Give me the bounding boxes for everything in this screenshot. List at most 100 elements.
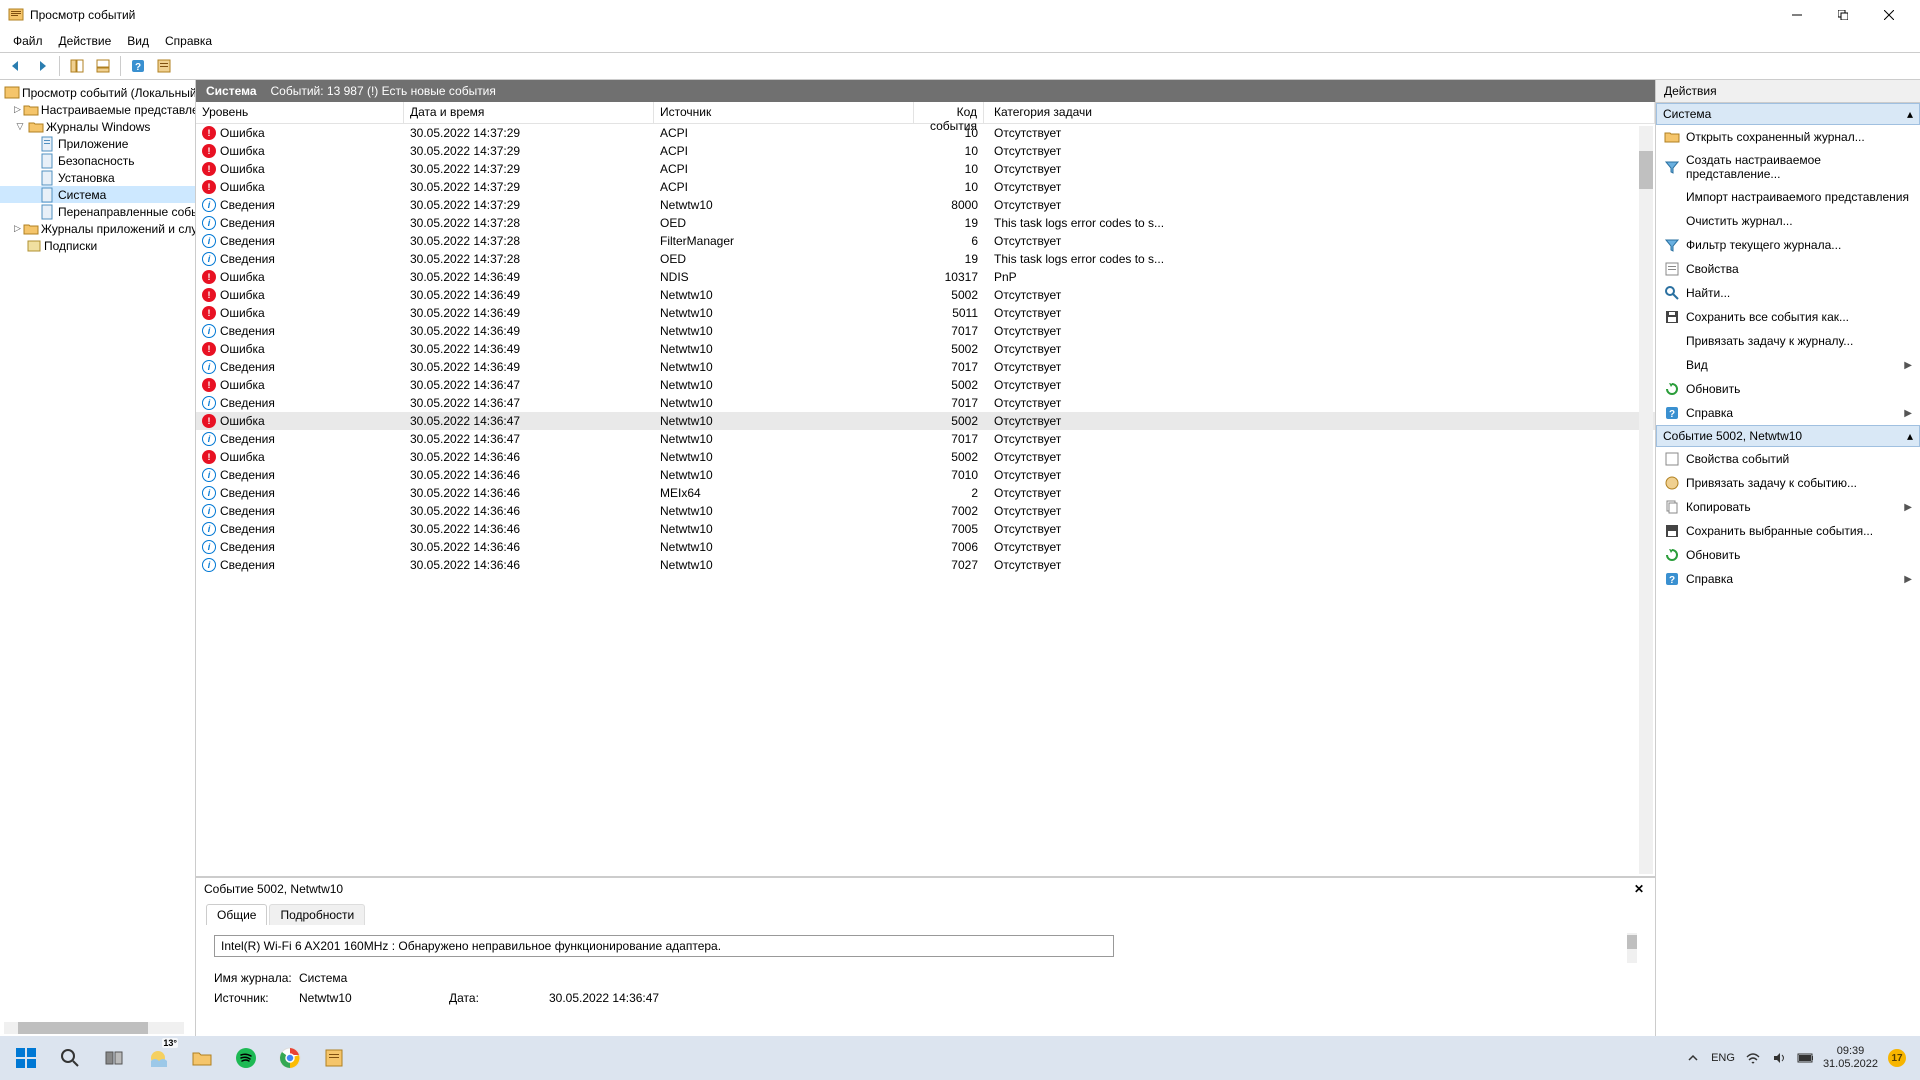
action-find[interactable]: Найти... (1656, 281, 1920, 305)
tree-security[interactable]: Безопасность (0, 152, 195, 169)
tree-forwarded[interactable]: Перенаправленные события (0, 203, 195, 220)
action-copy[interactable]: Копировать▶ (1656, 495, 1920, 519)
expander-icon[interactable]: ▷ (14, 223, 21, 235)
event-row[interactable]: iСведения30.05.2022 14:36:46Netwtw107027… (196, 556, 1655, 574)
tree-system[interactable]: Система (0, 186, 195, 203)
event-row[interactable]: iСведения30.05.2022 14:36:49Netwtw107017… (196, 322, 1655, 340)
maximize-button[interactable] (1820, 0, 1866, 30)
action-save-selected[interactable]: Сохранить выбранные события... (1656, 519, 1920, 543)
event-row[interactable]: iСведения30.05.2022 14:37:28OED19This ta… (196, 214, 1655, 232)
actions-section-event[interactable]: Событие 5002, Netwtw10 ▴ (1656, 425, 1920, 447)
column-eventid[interactable]: Код события (914, 102, 984, 123)
start-button[interactable] (6, 1038, 46, 1078)
actions-section-system[interactable]: Система ▴ (1656, 103, 1920, 125)
action-save-all[interactable]: Сохранить все события как... (1656, 305, 1920, 329)
event-row[interactable]: !Ошибка30.05.2022 14:37:29ACPI10Отсутств… (196, 160, 1655, 178)
tree-subscriptions[interactable]: Подписки (0, 237, 195, 254)
event-row[interactable]: iСведения30.05.2022 14:36:46Netwtw107002… (196, 502, 1655, 520)
events-scrollbar[interactable] (1639, 126, 1653, 874)
volume-icon[interactable] (1771, 1050, 1787, 1066)
event-level: Ошибка (220, 144, 265, 158)
task-view-button[interactable] (94, 1038, 134, 1078)
wifi-icon[interactable] (1745, 1050, 1761, 1066)
detail-close-button[interactable]: ✕ (1631, 881, 1647, 897)
tree-setup[interactable]: Установка (0, 169, 195, 186)
event-row[interactable]: iСведения30.05.2022 14:37:28OED19This ta… (196, 250, 1655, 268)
menu-action[interactable]: Действие (51, 32, 120, 50)
event-row[interactable]: !Ошибка30.05.2022 14:37:29ACPI10Отсутств… (196, 124, 1655, 142)
event-row[interactable]: !Ошибка30.05.2022 14:36:46Netwtw105002От… (196, 448, 1655, 466)
column-category[interactable]: Категория задачи (984, 102, 1655, 123)
tab-general[interactable]: Общие (206, 904, 267, 925)
tree-horizontal-scrollbar[interactable] (4, 1022, 184, 1034)
event-source: Netwtw10 (654, 197, 914, 213)
action-view[interactable]: Вид▶ (1656, 353, 1920, 377)
eventviewer-taskbar-button[interactable] (314, 1038, 354, 1078)
action-event-properties[interactable]: Свойства событий (1656, 447, 1920, 471)
event-row[interactable]: !Ошибка30.05.2022 14:36:49NDIS10317PnP (196, 268, 1655, 286)
chrome-button[interactable] (270, 1038, 310, 1078)
event-row[interactable]: iСведения30.05.2022 14:36:47Netwtw107017… (196, 394, 1655, 412)
event-row[interactable]: iСведения30.05.2022 14:36:46Netwtw107005… (196, 520, 1655, 538)
event-row[interactable]: iСведения30.05.2022 14:36:46MEIx642Отсут… (196, 484, 1655, 502)
event-row[interactable]: !Ошибка30.05.2022 14:37:29ACPI10Отсутств… (196, 142, 1655, 160)
action-clear-log[interactable]: Очистить журнал... (1656, 209, 1920, 233)
event-row[interactable]: iСведения30.05.2022 14:37:29Netwtw108000… (196, 196, 1655, 214)
language-indicator[interactable]: ENG (1711, 1052, 1735, 1064)
column-source[interactable]: Источник (654, 102, 914, 123)
menu-help[interactable]: Справка (157, 32, 220, 50)
event-row[interactable]: iСведения30.05.2022 14:37:28FilterManage… (196, 232, 1655, 250)
action-properties[interactable]: Свойства (1656, 257, 1920, 281)
battery-icon[interactable] (1797, 1050, 1813, 1066)
action-create-view[interactable]: Создать настраиваемое представление... (1656, 149, 1920, 185)
event-row[interactable]: iСведения30.05.2022 14:36:46Netwtw107006… (196, 538, 1655, 556)
action-filter-log[interactable]: Фильтр текущего журнала... (1656, 233, 1920, 257)
action-open-saved[interactable]: Открыть сохраненный журнал... (1656, 125, 1920, 149)
preview-button[interactable] (92, 55, 114, 77)
notification-badge[interactable]: 17 (1888, 1049, 1906, 1067)
action-attach-task[interactable]: Привязать задачу к журналу... (1656, 329, 1920, 353)
tree-custom-views[interactable]: ▷ Настраиваемые представления (0, 101, 195, 118)
event-row[interactable]: iСведения30.05.2022 14:36:49Netwtw107017… (196, 358, 1655, 376)
action-attach-to-event[interactable]: Привязать задачу к событию... (1656, 471, 1920, 495)
event-row[interactable]: iСведения30.05.2022 14:36:46Netwtw107010… (196, 466, 1655, 484)
column-level[interactable]: Уровень (196, 102, 404, 123)
explorer-button[interactable] (182, 1038, 222, 1078)
tab-details[interactable]: Подробности (269, 904, 365, 925)
column-datetime[interactable]: Дата и время (404, 102, 654, 123)
detail-desc-scrollbar[interactable] (1627, 933, 1637, 963)
event-row[interactable]: !Ошибка30.05.2022 14:37:29ACPI10Отсутств… (196, 178, 1655, 196)
action-refresh[interactable]: Обновить (1656, 377, 1920, 401)
menu-view[interactable]: Вид (119, 32, 157, 50)
action-help[interactable]: ?Справка▶ (1656, 401, 1920, 425)
tree-root[interactable]: Просмотр событий (Локальный) (0, 84, 195, 101)
event-row[interactable]: !Ошибка30.05.2022 14:36:49Netwtw105011От… (196, 304, 1655, 322)
expander-icon[interactable]: ▽ (14, 121, 26, 133)
tree-app-services[interactable]: ▷ Журналы приложений и служб (0, 220, 195, 237)
event-row[interactable]: !Ошибка30.05.2022 14:36:47Netwtw105002От… (196, 412, 1655, 430)
help-button[interactable]: ? (127, 55, 149, 77)
actions-button[interactable] (153, 55, 175, 77)
minimize-button[interactable] (1774, 0, 1820, 30)
search-button[interactable] (50, 1038, 90, 1078)
close-button[interactable] (1866, 0, 1912, 30)
event-row[interactable]: !Ошибка30.05.2022 14:36:47Netwtw105002От… (196, 376, 1655, 394)
tree-application[interactable]: Приложение (0, 135, 195, 152)
show-tree-button[interactable] (66, 55, 88, 77)
event-datetime: 30.05.2022 14:36:46 (404, 485, 654, 501)
expander-icon[interactable]: ▷ (14, 104, 21, 116)
action-import-view[interactable]: Импорт настраиваемого представления (1656, 185, 1920, 209)
event-row[interactable]: !Ошибка30.05.2022 14:36:49Netwtw105002От… (196, 286, 1655, 304)
tray-chevron-icon[interactable] (1685, 1050, 1701, 1066)
back-button[interactable] (5, 55, 27, 77)
menu-file[interactable]: Файл (5, 32, 51, 50)
weather-widget[interactable]: 13° (138, 1038, 178, 1078)
tree-windows-logs[interactable]: ▽ Журналы Windows (0, 118, 195, 135)
action-refresh-2[interactable]: Обновить (1656, 543, 1920, 567)
event-row[interactable]: !Ошибка30.05.2022 14:36:49Netwtw105002От… (196, 340, 1655, 358)
spotify-button[interactable] (226, 1038, 266, 1078)
clock[interactable]: 09:39 31.05.2022 (1823, 1045, 1878, 1071)
action-help-2[interactable]: ?Справка▶ (1656, 567, 1920, 591)
event-row[interactable]: iСведения30.05.2022 14:36:47Netwtw107017… (196, 430, 1655, 448)
forward-button[interactable] (31, 55, 53, 77)
